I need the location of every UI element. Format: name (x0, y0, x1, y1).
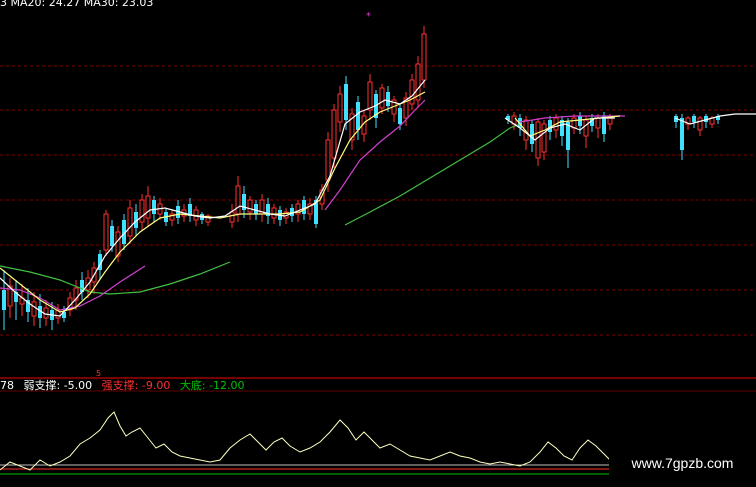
weak-support-label: 弱支撑: -5.00 (23, 379, 93, 392)
candle-body (541, 123, 547, 153)
candle-body (271, 207, 277, 219)
ma10-line (0, 91, 426, 313)
candle-body (152, 200, 156, 214)
indicator-line (0, 411, 611, 471)
candle-body (595, 117, 601, 129)
candle-body (367, 81, 373, 111)
candle-body (254, 204, 258, 214)
candle-body (235, 185, 241, 215)
candle-body (398, 108, 402, 124)
candle-body (110, 226, 114, 246)
watermark: www.7gpzb.com (609, 448, 756, 478)
ma-header: 3 MA20: 24.27 MA30: 23.03 (0, 0, 154, 9)
candle-body (247, 199, 253, 213)
candle-body (379, 87, 385, 109)
candle-body (145, 195, 151, 219)
candlesticks (2, 26, 720, 330)
candle-body (697, 117, 703, 131)
ma5-line (0, 79, 426, 317)
candle-body (43, 307, 49, 319)
candle-body (409, 79, 415, 105)
candle-body (344, 84, 348, 120)
candle-body (337, 93, 343, 123)
candle-body (2, 290, 6, 310)
candle-body (680, 118, 684, 150)
ma30-line-2 (344, 123, 521, 226)
candle-body (535, 121, 541, 159)
candle-body (602, 116, 606, 134)
candle-body (127, 207, 133, 237)
candle-body (386, 92, 390, 106)
candle-body (325, 139, 331, 181)
high-marker: * (366, 11, 371, 22)
candle-body (583, 119, 589, 137)
strong-support-label: 强支撑: -9.00 (101, 379, 171, 392)
candle-body (607, 117, 613, 125)
candle-body (229, 211, 235, 223)
candle-body (103, 213, 109, 251)
candle-body (302, 200, 306, 214)
candle-body (421, 33, 427, 81)
candle-body (31, 301, 37, 317)
candle-body (578, 116, 582, 126)
candle-body (139, 199, 145, 223)
candle-body (692, 116, 696, 122)
bottom-support-label: 大底: -12.00 (179, 379, 245, 392)
indicator-prefix: 78 (0, 379, 14, 392)
candle-body (356, 102, 360, 130)
ma30-line (0, 261, 231, 295)
candle-body (331, 109, 337, 159)
kline-chart[interactable]: * 5 (0, 0, 756, 487)
indicator-legend: 78 弱支撑: -5.00 强支撑: -9.00 大底: -12.00 (0, 377, 380, 392)
